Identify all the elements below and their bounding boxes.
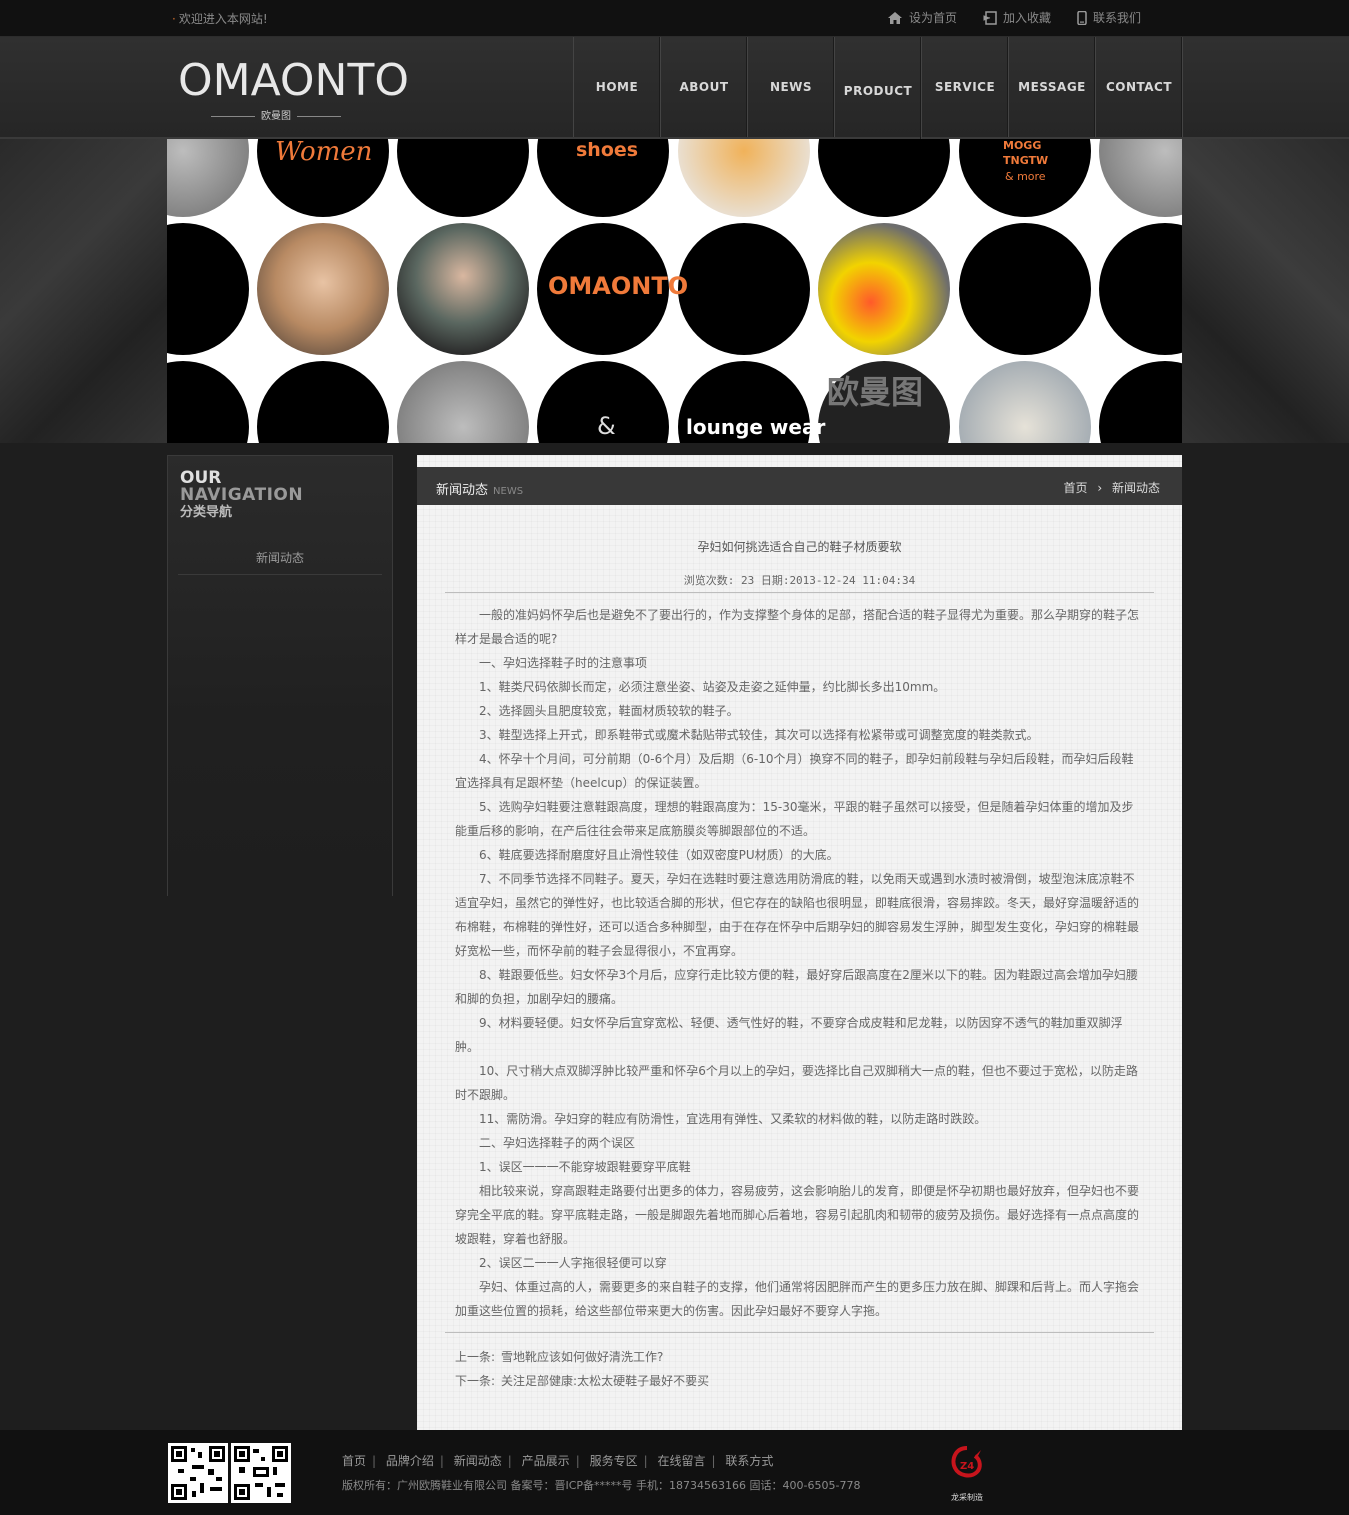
main-nav: HOME ABOUT NEWS PRODUCT SERVICE MESSAGE … — [573, 37, 1183, 141]
top-links: 设为首页 加入收藏 联系我们 — [887, 9, 1141, 26]
footer-link-contact[interactable]: 联系方式 — [725, 1454, 773, 1468]
contact-us-label: 联系我们 — [1092, 11, 1141, 25]
set-homepage-label: 设为首页 — [908, 11, 957, 25]
next-label: 下一条: — [455, 1374, 496, 1388]
footer-link-home[interactable]: 首页 — [342, 1454, 366, 1468]
banner-text-amp: & — [597, 412, 616, 440]
banner-text-women: Women — [275, 139, 373, 167]
article-paragraph: 1、误区一一一不能穿坡跟鞋要穿平底鞋 — [479, 1160, 691, 1174]
next-article: 下一条: 关注足部健康:太松太硬鞋子最好不要买 — [455, 1372, 709, 1389]
prev-article-link[interactable]: 雪地靴应该如何做好清洗工作? — [501, 1350, 663, 1364]
page: · 欢迎进入本网站! 设为首页 加入收藏 联系我们 OMAONTO 欧曼图 HOM… — [0, 0, 1349, 1515]
next-article-link[interactable]: 关注足部健康:太松太硬鞋子最好不要买 — [501, 1374, 709, 1388]
article-paragraph: 5、选购孕妇鞋要注意鞋跟高度，理想的鞋跟高度为：15-30毫米，平跟的鞋子虽然可… — [455, 800, 1134, 838]
footer-link-brand[interactable]: 品牌介绍 — [386, 1454, 434, 1468]
logo-subtitle-text: 欧曼图 — [261, 111, 291, 122]
footer-link-products[interactable]: 产品展示 — [522, 1454, 570, 1468]
article-paragraph: 3、鞋型选择上开式，即系鞋带式或魔术黏贴带式较佳，其次可以选择有松紧带或可调整宽… — [479, 728, 1039, 742]
banner-text-lounge: lounge wear — [686, 415, 826, 439]
dragon-logo-icon: Z4 — [951, 1446, 982, 1478]
nav-news[interactable]: NEWS — [748, 37, 835, 137]
breadcrumb-current[interactable]: 新闻动态 — [1112, 481, 1160, 495]
article-paragraph: 6、鞋底要选择耐磨度好且止滑性较佳（如双密度PU材质）的大底。 — [479, 848, 839, 862]
article-paragraph: 一般的准妈妈怀孕后也是避免不了要出行的，作为支撑整个身体的足部，搭配合适的鞋子显… — [455, 608, 1140, 646]
welcome-label: 欢迎进入本网站! — [178, 12, 268, 26]
article-paragraph: 1、鞋类尺码依脚长而定，必须注意坐姿、站姿及走姿之延伸量，约比脚长多出10mm。 — [479, 680, 946, 694]
banner-left-backdrop — [0, 139, 167, 443]
banner-text-cn: 欧曼图 — [827, 373, 924, 411]
maker-label: 龙采制造 — [951, 1493, 983, 1502]
prev-article: 上一条: 雪地靴应该如何做好清洗工作? — [455, 1348, 663, 1365]
nav-service[interactable]: SERVICE — [922, 37, 1009, 137]
banner-text-mogg: MOGG — [1003, 139, 1042, 152]
bookmark-icon — [983, 10, 997, 25]
banner-text-tngtw: TNGTW — [1003, 154, 1049, 167]
maker-logo[interactable]: Z4 龙采制造 — [944, 1444, 990, 1502]
top-bar: · 欢迎进入本网站! 设为首页 加入收藏 联系我们 — [0, 0, 1349, 37]
article-paragraph: 2、误区二一一人字拖很轻便可以穿 — [479, 1256, 667, 1270]
nav-product[interactable]: PRODUCT — [835, 37, 922, 141]
article-paragraph: 孕妇、体重过高的人，需要更多的来自鞋子的支撑，他们通常将因肥胖而产生的更多压力放… — [455, 1280, 1140, 1318]
set-homepage-link[interactable]: 设为首页 — [887, 9, 957, 26]
banner-right-backdrop — [1182, 139, 1349, 443]
sidebar: OUR NAVIGATION 分类导航 新闻动态 — [167, 455, 393, 896]
add-bookmark-label: 加入收藏 — [1002, 11, 1051, 25]
article-paragraph: 7、不同季节选择不同鞋子。夏天，孕妇在选鞋时要注意选用防滑底的鞋，以免雨天或遇到… — [455, 872, 1140, 958]
article-meta: 浏览次数: 23 日期:2013-12-24 11:04:34 — [683, 574, 916, 587]
main-content: 新闻动态 NEWS 首页 › 新闻动态 孕妇如何挑选适合自己的鞋子材质要软 浏览次… — [417, 455, 1182, 1430]
banner-text-shoes: shoes — [576, 139, 639, 161]
footer: 首页 | 品牌介绍 | 新闻动态 | 产品展示 | 服务专区 | 在线留言 | 联系方式 版… — [0, 1430, 1349, 1515]
qr-code-icon — [231, 1443, 291, 1503]
chevron-right-icon: › — [1097, 481, 1103, 495]
maker-mark: Z4 — [960, 1461, 974, 1472]
divider — [445, 1332, 1154, 1333]
section-header: 新闻动态 NEWS 首页 › 新闻动态 — [417, 467, 1182, 505]
sidebar-title: OUR NAVIGATION 分类导航 — [180, 470, 303, 521]
section-title-en: NEWS — [493, 486, 524, 497]
nav-contact[interactable]: CONTACT — [1096, 37, 1183, 137]
banner-text-more: & more — [1005, 170, 1046, 183]
banner-text-omaonto: OMAONTO — [548, 272, 689, 300]
article-paragraph: 9、材料要轻便。妇女怀孕后宜穿宽松、轻便、透气性好的鞋，不要穿合成皮鞋和尼龙鞋，… — [455, 1016, 1123, 1054]
logo-subtitle: 欧曼图 — [178, 107, 374, 122]
hero-banner: Women shoes MOGG TNGTW & more OMAONTO & … — [167, 139, 1182, 443]
section-title: 新闻动态 NEWS — [436, 479, 523, 498]
footer-links: 首页 | 品牌介绍 | 新闻动态 | 产品展示 | 服务专区 | 在线留言 | 联系方式 — [342, 1454, 774, 1468]
article-paragraph: 一、孕妇选择鞋子时的注意事项 — [479, 656, 648, 670]
prev-label: 上一条: — [455, 1350, 496, 1364]
nav-home[interactable]: HOME — [574, 37, 661, 137]
article-paragraph: 2、选择圆头且肥度较宽，鞋面材质较软的鞋子。 — [479, 704, 739, 718]
article-paragraph: 4、怀孕十个月间，可分前期（0-6个月）及后期（6-10个月）换穿不同的鞋子，即… — [455, 752, 1134, 790]
footer-link-service[interactable]: 服务专区 — [590, 1454, 638, 1468]
article-paragraph: 11、需防滑。孕妇穿的鞋应有防滑性，宜选用有弹性、又柔软的材料做的鞋，以防走路时… — [479, 1112, 987, 1126]
header: OMAONTO 欧曼图 HOME ABOUT NEWS PRODUCT SERV… — [0, 37, 1349, 141]
contact-us-link[interactable]: 联系我们 — [1077, 9, 1141, 26]
logo-text: OMAONTO — [178, 55, 409, 106]
article-body: 一般的准妈妈怀孕后也是避免不了要出行的，作为支撑整个身体的足部，搭配合适的鞋子显… — [455, 603, 1145, 1323]
article-paragraph: 10、尺寸稍大点双脚浮肿比较严重和怀孕6个月以上的孕妇，要选择比自己双脚稍大一点… — [455, 1064, 1138, 1102]
breadcrumb-home[interactable]: 首页 — [1064, 481, 1088, 495]
nav-about[interactable]: ABOUT — [661, 37, 748, 137]
article-paragraph: 相比较来说，穿高跟鞋走路要付出更多的体力，容易疲劳，这会影响胎儿的发育，即便是怀… — [455, 1184, 1140, 1246]
phone-icon — [1077, 10, 1087, 25]
footer-copyright: 版权所有：广州欧腾鞋业有限公司 备案号：晋ICP备*****号 手机：18734… — [342, 1479, 861, 1492]
article-paragraph: 8、鞋跟要低些。妇女怀孕3个月后，应穿行走比较方便的鞋，最好穿后跟高度在2厘米以… — [455, 968, 1138, 1006]
logo[interactable]: OMAONTO 欧曼图 — [178, 55, 409, 122]
footer-link-message[interactable]: 在线留言 — [657, 1454, 705, 1468]
welcome-text: · 欢迎进入本网站! — [172, 12, 268, 26]
section-title-cn: 新闻动态 — [436, 483, 489, 498]
add-bookmark-link[interactable]: 加入收藏 — [983, 9, 1051, 26]
article-paragraph: 二、孕妇选择鞋子的两个误区 — [479, 1136, 636, 1150]
sidebar-item-news[interactable]: 新闻动态 — [178, 544, 382, 575]
nav-message[interactable]: MESSAGE — [1009, 37, 1096, 137]
sidebar-title-navigation: NAVIGATION — [180, 485, 304, 505]
divider — [445, 592, 1154, 593]
home-icon — [887, 11, 902, 24]
sidebar-title-cn: 分类导航 — [180, 505, 233, 520]
article-title: 孕妇如何挑选适合自己的鞋子材质要软 — [697, 540, 902, 554]
qr-code-icon — [168, 1443, 228, 1503]
footer-link-news[interactable]: 新闻动态 — [454, 1454, 502, 1468]
breadcrumb: 首页 › 新闻动态 — [1064, 479, 1161, 496]
